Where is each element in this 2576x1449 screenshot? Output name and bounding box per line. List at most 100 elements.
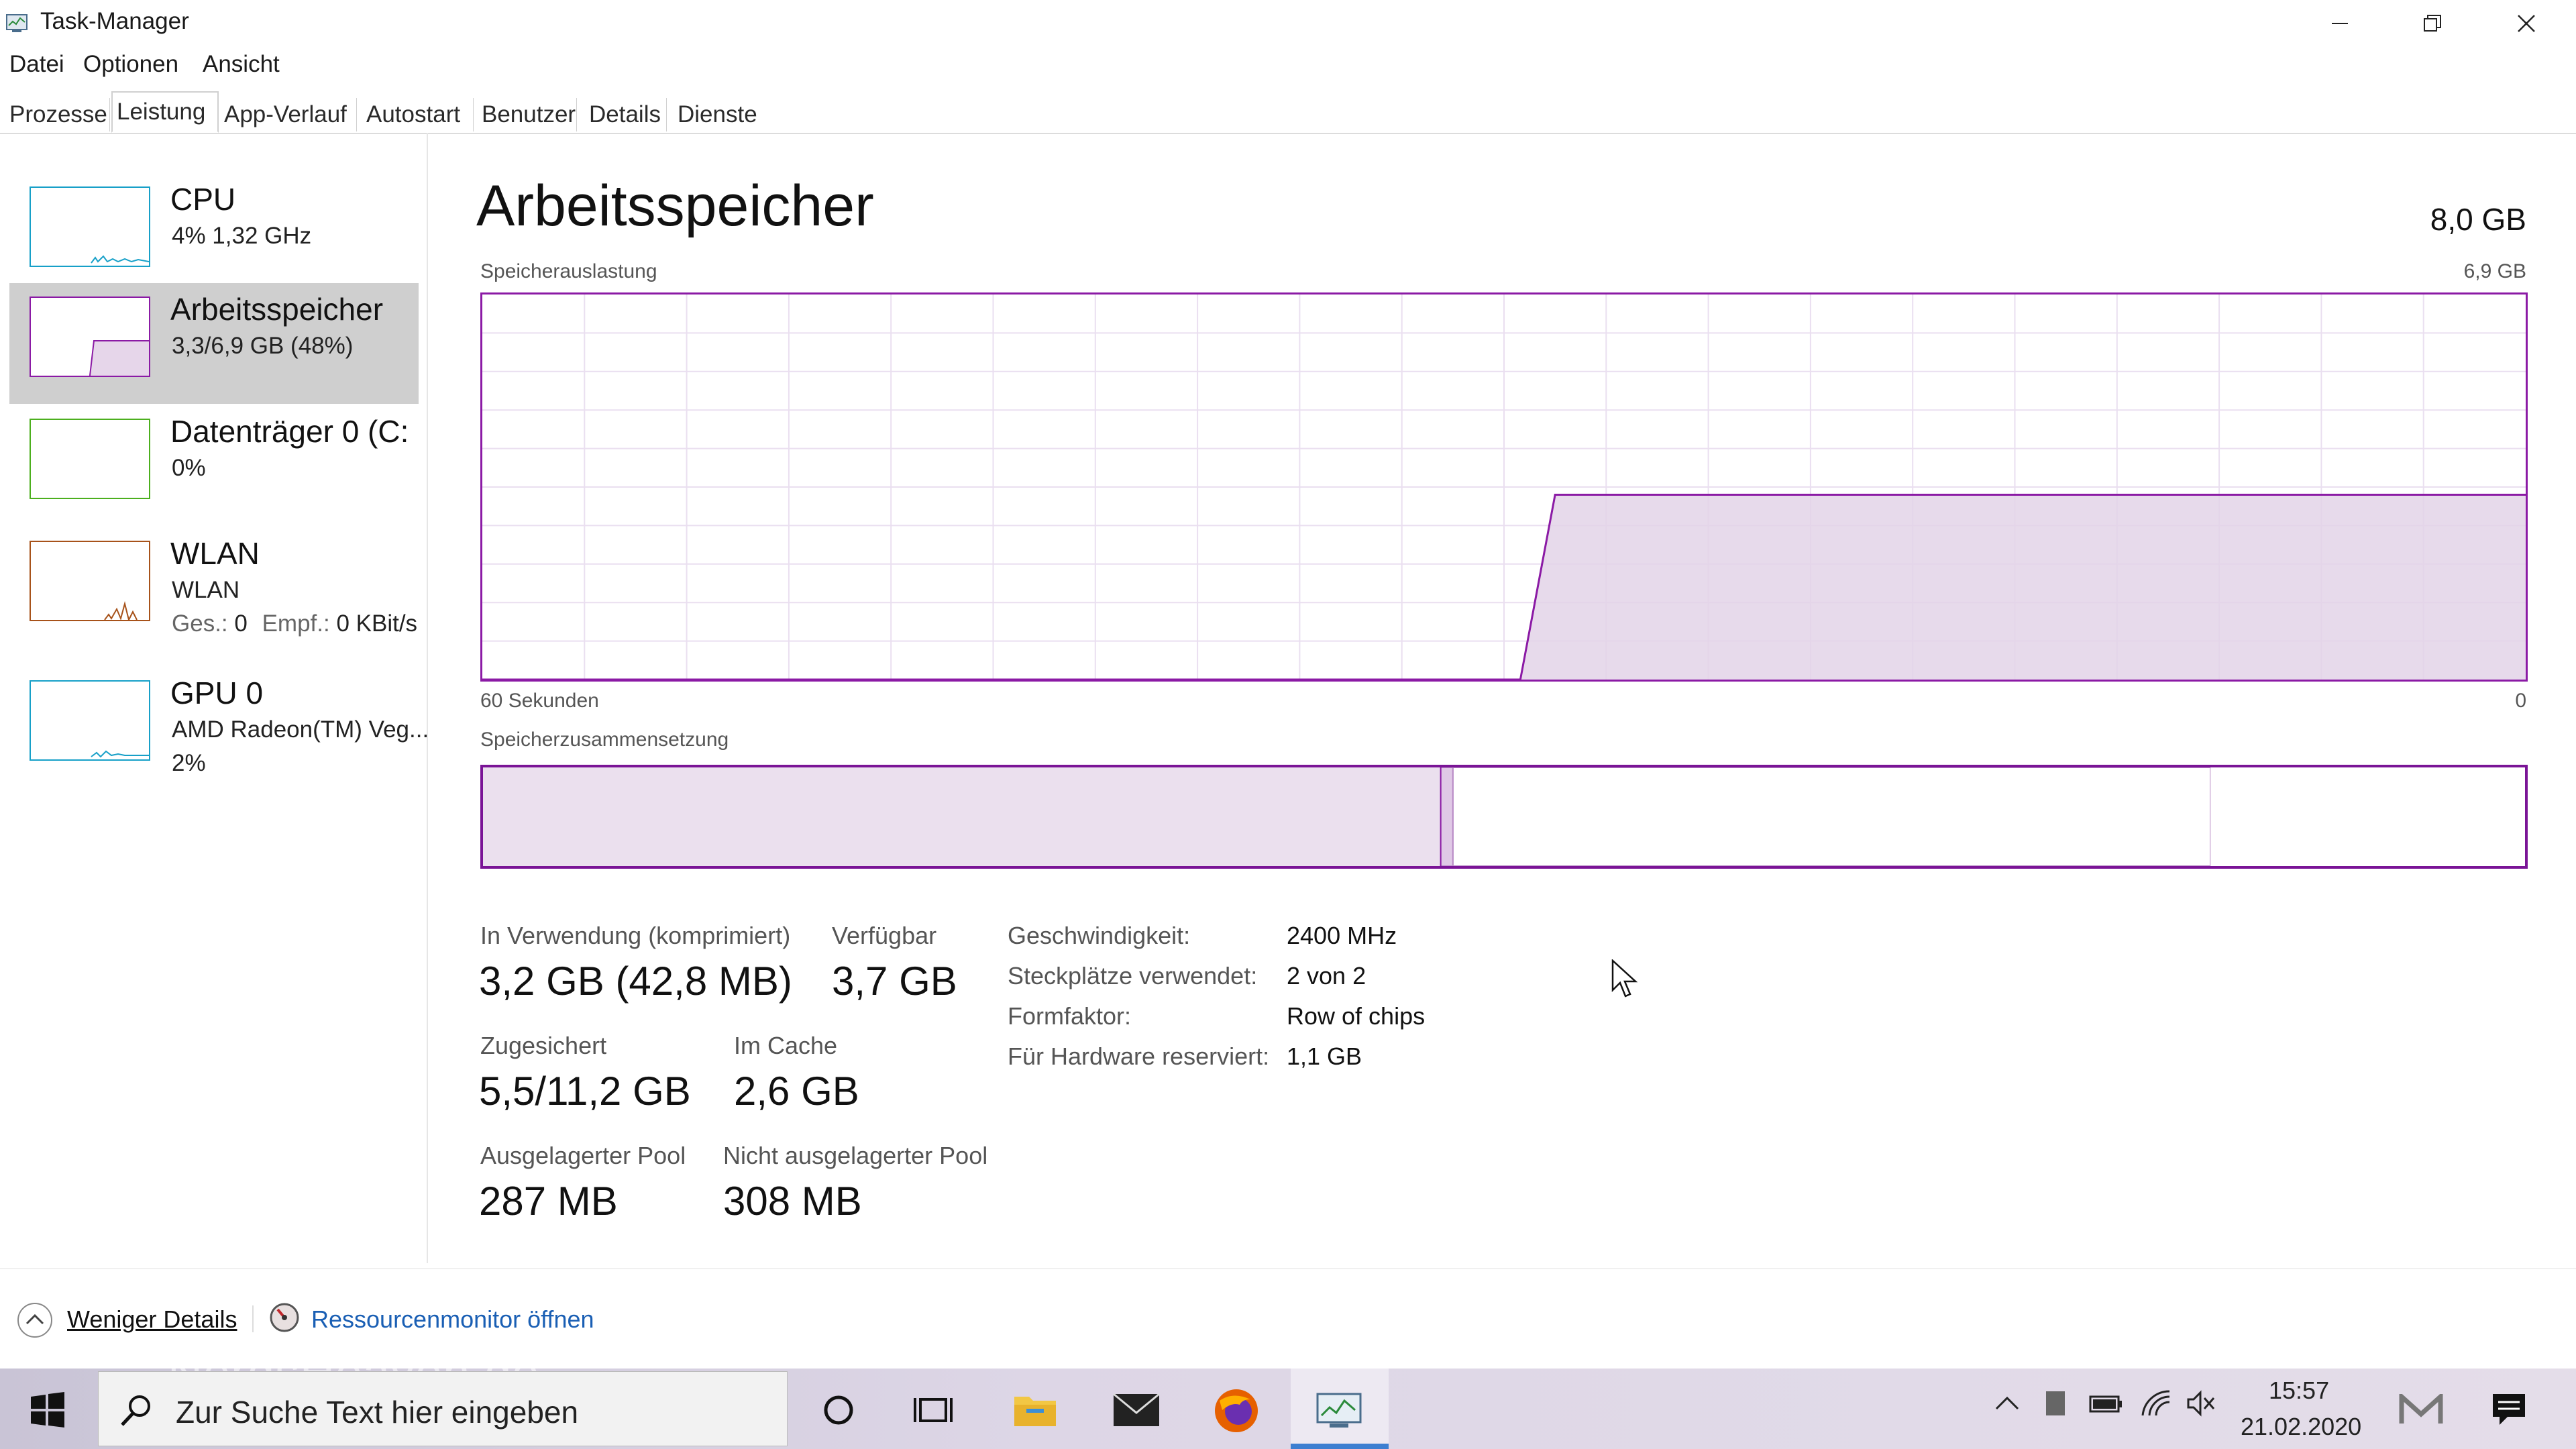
search-placeholder[interactable]: Zur Suche Text hier eingeben xyxy=(176,1394,578,1430)
tab-strip: Prozesse Leistung App-Verlauf Autostart … xyxy=(0,91,2576,134)
sidebar-item-cpu[interactable]: CPU 4% 1,32 GHz xyxy=(9,173,419,294)
footer-separator xyxy=(252,1305,254,1332)
gpu-sparkline xyxy=(91,750,149,758)
tab-details[interactable]: Details xyxy=(585,98,667,131)
clock-time[interactable]: 15:57 xyxy=(2269,1377,2329,1405)
sidebar-item-subtitle: 3,3/6,9 GB (48%) xyxy=(172,333,354,359)
memory-usage-graph xyxy=(480,292,2528,682)
memory-mini-graph xyxy=(30,297,150,377)
hardware-reserved-label: Für Hardware reserviert: xyxy=(1008,1042,1270,1070)
disk-mini-graph xyxy=(30,419,150,499)
resource-monitor-link[interactable]: Ressourcenmonitor öffnen xyxy=(311,1305,594,1334)
form-factor-label: Formfaktor: xyxy=(1008,1002,1132,1030)
clock-date[interactable]: 21.02.2020 xyxy=(2241,1413,2361,1441)
wlan-throughput: Ges.: 0 Empf.: 0 KBit/s xyxy=(172,610,417,637)
tab-autostart[interactable]: Autostart xyxy=(362,98,474,131)
composition-standby[interactable] xyxy=(1452,767,2212,867)
sidebar-item-title: CPU xyxy=(170,182,236,217)
menu-datei[interactable]: Datei xyxy=(9,51,64,78)
paged-pool-label: Ausgelagerter Pool xyxy=(480,1142,686,1169)
menu-ansicht[interactable]: Ansicht xyxy=(203,51,280,78)
available-label: Verfügbar xyxy=(832,922,937,949)
chevron-up-icon[interactable] xyxy=(16,1301,54,1339)
restore-button[interactable] xyxy=(2385,0,2479,47)
available-value: 3,7 GB xyxy=(832,959,957,1004)
sidebar-item-subtitle: 4% 1,32 GHz xyxy=(172,223,312,249)
menu-optionen[interactable]: Optionen xyxy=(83,51,178,78)
sidebar-item-usage: 2% xyxy=(172,750,206,776)
wifi-icon[interactable] xyxy=(2140,1389,2172,1418)
time-span-label: 60 Sekunden xyxy=(480,690,599,712)
sidebar-item-gpu[interactable]: GPU 0 AMD Radeon(TM) Veg... 2% xyxy=(9,667,429,788)
sidebar-item-title: Datenträger 0 (C: xyxy=(170,414,409,449)
chevron-up-tray-icon[interactable] xyxy=(1992,1389,2022,1418)
tab-dienste[interactable]: Dienste xyxy=(674,98,767,131)
task-view-icon[interactable] xyxy=(914,1391,953,1429)
restore-icon xyxy=(2424,15,2441,32)
composition-modified[interactable] xyxy=(1440,767,1454,867)
sidebar-item-subtitle: 0% xyxy=(172,455,206,481)
hardware-reserved-value: 1,1 GB xyxy=(1287,1042,1362,1070)
tab-benutzer[interactable]: Benutzer xyxy=(478,98,577,131)
total-memory: 8,0 GB xyxy=(2430,202,2526,237)
in-use-label: In Verwendung (komprimiert) xyxy=(480,922,791,949)
cpu-sparkline xyxy=(91,255,150,264)
tray-logo-icon xyxy=(2399,1394,2443,1424)
notification-center-icon[interactable] xyxy=(2490,1390,2528,1428)
gpu-mini-graph xyxy=(30,680,150,761)
sidebar-item-subtitle: AMD Radeon(TM) Veg... xyxy=(172,716,429,743)
tab-leistung[interactable]: Leistung xyxy=(111,91,219,133)
sidebar-item-disk[interactable]: Datenträger 0 (C: 0% xyxy=(9,405,419,526)
speed-label: Geschwindigkeit: xyxy=(1008,922,1191,949)
task-manager-taskbar-icon xyxy=(1316,1393,1362,1428)
tray-app-icon[interactable] xyxy=(2042,1389,2069,1418)
windows-start-icon[interactable] xyxy=(30,1391,66,1428)
active-app-indicator xyxy=(1291,1444,1389,1449)
mail-icon[interactable] xyxy=(1112,1393,1161,1428)
tab-app-verlauf[interactable]: App-Verlauf xyxy=(220,98,357,131)
wlan-sparkline xyxy=(104,601,138,622)
speaker-muted-icon[interactable] xyxy=(2186,1389,2218,1418)
wlan-mini-graph xyxy=(30,541,150,622)
fewer-details-link[interactable]: Weniger Details xyxy=(67,1305,237,1334)
window-title: Task-Manager xyxy=(40,8,189,34)
battery-icon[interactable] xyxy=(2088,1389,2125,1418)
memory-sparkline xyxy=(89,340,149,376)
committed-value: 5,5/11,2 GB xyxy=(479,1069,691,1114)
sidebar-item-title: GPU 0 xyxy=(170,676,264,710)
nonpaged-pool-label: Nicht ausgelagerter Pool xyxy=(723,1142,988,1169)
composition-in-use[interactable] xyxy=(483,767,1441,866)
cached-value: 2,6 GB xyxy=(734,1069,859,1114)
footer-divider xyxy=(0,1268,2576,1269)
sidebar-item-subtitle: WLAN xyxy=(172,577,240,603)
title-bar: Task-Manager xyxy=(0,0,2576,47)
usage-graph-min: 0 xyxy=(2515,690,2526,712)
cortana-icon[interactable] xyxy=(820,1391,857,1429)
minimize-icon xyxy=(2332,23,2348,24)
composition-free[interactable] xyxy=(2210,767,2525,866)
sidebar-item-wlan[interactable]: WLAN WLAN Ges.: 0 Empf.: 0 KBit/s xyxy=(9,527,419,648)
memory-composition-chart xyxy=(483,767,2525,867)
composition-label: Speicherzusammensetzung xyxy=(480,729,729,751)
resource-monitor-icon xyxy=(270,1303,299,1332)
wlan-send-value: 0 xyxy=(234,610,248,637)
minimize-button[interactable] xyxy=(2293,0,2387,47)
wlan-receive-label: Empf.: xyxy=(262,610,330,637)
slots-value: 2 von 2 xyxy=(1287,962,1366,989)
form-factor-value: Row of chips xyxy=(1287,1002,1426,1030)
firefox-icon[interactable] xyxy=(1213,1387,1260,1434)
sidebar-item-memory[interactable]: Arbeitsspeicher 3,3/6,9 GB (48%) xyxy=(9,283,419,404)
wlan-receive-value: 0 KBit/s xyxy=(336,610,418,637)
cpu-mini-graph xyxy=(30,186,150,267)
committed-label: Zugesichert xyxy=(480,1032,607,1059)
performance-sidebar: CPU 4% 1,32 GHz Arbeitsspeicher 3,3/6,9 … xyxy=(0,133,429,1263)
tab-prozesse[interactable]: Prozesse xyxy=(5,98,110,131)
memory-composition-bar xyxy=(480,765,2528,869)
close-button[interactable] xyxy=(2479,0,2573,47)
mouse-cursor-icon xyxy=(1611,959,1638,998)
close-icon xyxy=(2518,15,2535,32)
usage-graph-max: 6,9 GB xyxy=(2463,260,2526,282)
wlan-send-label: Ges.: xyxy=(172,610,228,637)
file-explorer-icon[interactable] xyxy=(1013,1390,1057,1429)
memory-usage-chart xyxy=(482,294,2526,681)
